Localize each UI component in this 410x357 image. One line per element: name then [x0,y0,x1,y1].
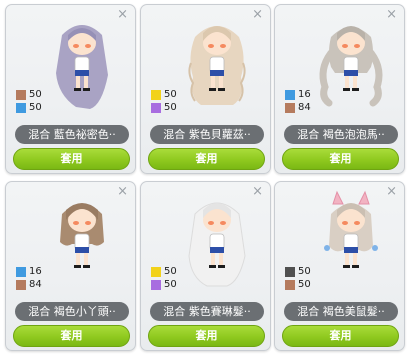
apply-button[interactable]: 套用 [13,148,130,170]
color-mix-swatches: 50 50 [285,265,311,291]
color-swatch [16,279,26,290]
swatch-row: 50 [16,101,42,114]
apply-button[interactable]: 套用 [148,325,265,347]
swatch-value: 84 [29,278,42,290]
color-mix-swatches: 50 50 [151,265,177,291]
swatch-value: 50 [164,88,177,100]
swatch-row: 16 [285,88,311,101]
character-preview [188,202,246,287]
apply-button[interactable]: 套用 [282,148,399,170]
swatch-row: 50 [151,88,177,101]
hair-name-label: 混合 紫色賽琳髮‧‧ [150,302,264,321]
apply-button[interactable]: 套用 [13,325,130,347]
swatch-value: 50 [164,278,177,290]
apply-button[interactable]: 套用 [282,325,399,347]
color-swatch [151,266,161,277]
apply-button[interactable]: 套用 [148,148,265,170]
swatch-row: 50 [151,278,177,291]
swatch-value: 16 [298,88,311,100]
swatch-row: 16 [16,265,42,278]
character-preview [60,203,104,268]
color-mix-swatches: 50 50 [151,88,177,114]
swatch-row: 84 [16,278,42,291]
color-swatch [151,89,161,100]
color-swatch [151,279,161,290]
color-mix-swatches: 16 84 [16,265,42,291]
swatch-value: 50 [164,265,177,277]
swatch-value: 50 [29,101,42,113]
swatch-value: 50 [29,88,42,100]
swatch-value: 50 [298,278,311,290]
swatch-value: 50 [164,101,177,113]
color-swatch [285,266,295,277]
hair-card: × 50 50 混合 紫色賽琳髮‧‧ 套用 [140,181,271,351]
hair-card: × 50 50 混合 褐色美鼠髮‧‧ 套用 [274,181,405,351]
character-preview [56,25,108,109]
color-mix-swatches: 16 84 [285,88,311,114]
hair-name-label: 混合 褐色小丫頭‧‧ [15,302,129,321]
hair-card: × 50 50 混合 紫色貝蘿茲‧‧ 套用 [140,4,271,174]
hair-card: × 16 84 混合 褐色小丫頭‧‧ 套用 [5,181,136,351]
swatch-row: 50 [16,88,42,101]
color-swatch [16,266,26,277]
swatch-row: 50 [285,265,311,278]
hair-name-label: 混合 藍色祕密色‧‧ [15,125,129,144]
swatch-row: 84 [285,101,311,114]
color-swatch [285,279,295,290]
swatch-row: 50 [285,278,311,291]
hair-name-label: 混合 褐色泡泡馬‧‧ [284,125,398,144]
character-preview [324,190,378,268]
swatch-row: 50 [151,265,177,278]
hair-name-label: 混合 紫色貝蘿茲‧‧ [150,125,264,144]
hair-card: × 16 84 混合 褐色泡泡馬‧‧ 套用 [274,4,405,174]
swatch-value: 50 [298,265,311,277]
color-swatch [151,102,161,113]
swatch-value: 16 [29,265,42,277]
color-swatch [285,89,295,100]
swatch-row: 50 [151,101,177,114]
color-swatch [285,102,295,113]
character-preview [319,26,383,107]
color-swatch [16,102,26,113]
swatch-value: 84 [298,101,311,113]
hair-card-grid: × 50 50 混合 藍色祕密色‧‧ 套用 × 50 50 混合 紫色貝蘿茲‧‧… [0,0,410,357]
color-mix-swatches: 50 50 [16,88,42,114]
hair-card: × 50 50 混合 藍色祕密色‧‧ 套用 [5,4,136,174]
hair-name-label: 混合 褐色美鼠髮‧‧ [284,302,398,321]
character-preview [188,26,246,105]
color-swatch [16,89,26,100]
